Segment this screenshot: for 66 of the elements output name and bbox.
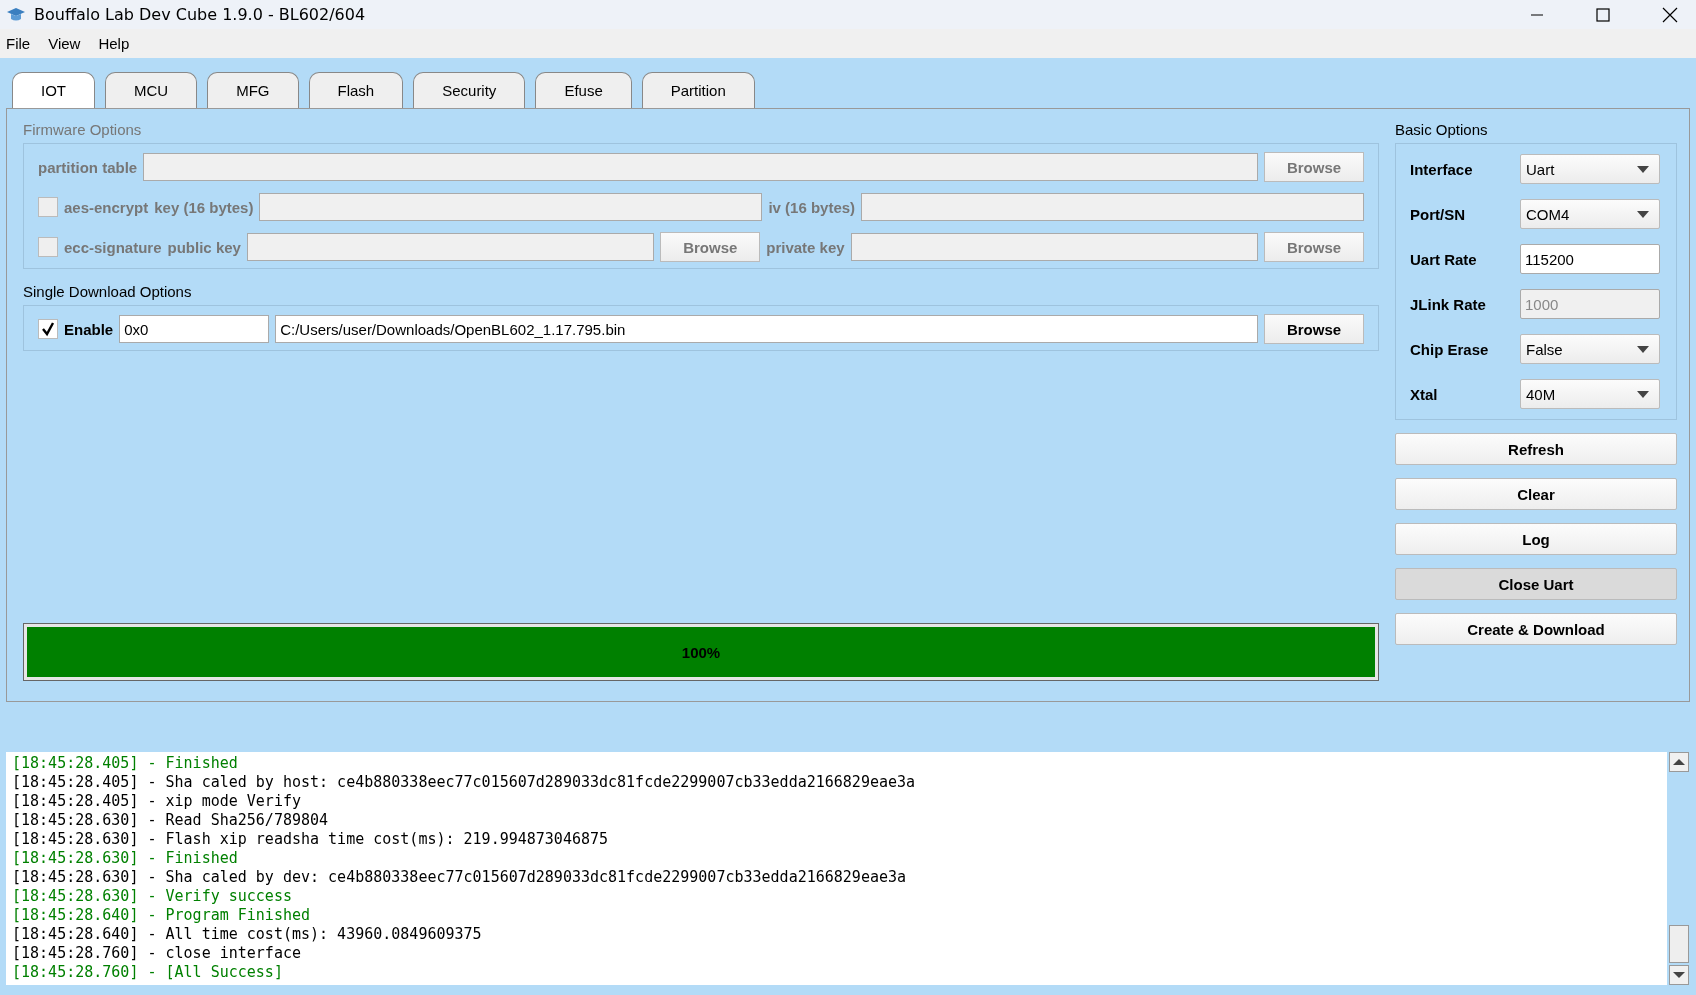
scrollbar[interactable] — [1667, 752, 1690, 985]
menu-item[interactable]: File — [6, 35, 31, 52]
caret-icon — [1637, 165, 1649, 173]
field-label: Xtal — [1410, 385, 1439, 403]
progress-text: 100% — [681, 643, 721, 661]
log-line: [18:45:28.405] - Sha caled by host: ce4b880338eec77c015607d289033dc81fcde2299007cb33edda2166829eae3a — [12, 773, 917, 792]
group-title: Single Download Options — [23, 283, 193, 300]
maximize-icon[interactable] — [1596, 7, 1610, 22]
dropdown[interactable]: COM4 — [1520, 199, 1660, 229]
log-line: [18:45:28.760] - close interface — [12, 944, 302, 963]
log-line: [18:45:28.405] - xip mode Verify — [12, 792, 302, 811]
tab[interactable]: MCU — [105, 72, 198, 108]
log-line: [18:45:28.640] - Program Finished — [12, 906, 311, 925]
file-path-field[interactable]: C:/Users/user/Downloads/OpenBL602_1.17.795.bin — [275, 315, 1258, 343]
scroll-up-icon[interactable] — [1669, 752, 1689, 772]
field-label: key (16 bytes) — [154, 198, 254, 216]
menu-item[interactable]: View — [48, 35, 81, 52]
close-icon[interactable] — [1662, 6, 1678, 23]
tab[interactable]: Security — [413, 72, 526, 108]
checkbox-label: aes-encrypt — [64, 198, 149, 216]
dropdown[interactable]: Uart — [1520, 154, 1660, 184]
caret-icon — [1637, 210, 1649, 218]
field-label: Interface — [1410, 160, 1474, 178]
checkbox-label: ecc-signature — [64, 238, 162, 256]
action-button[interactable]: Create & Download — [1395, 613, 1677, 645]
tab[interactable]: IOT — [12, 72, 95, 108]
input-field[interactable]: 115200 — [1520, 244, 1660, 274]
action-button[interactable]: Close Uart — [1395, 568, 1677, 600]
field-label: Chip Erase — [1410, 340, 1490, 358]
action-button[interactable]: Clear — [1395, 478, 1677, 510]
log-line: [18:45:28.630] - Finished — [12, 849, 239, 868]
log-line: [18:45:28.630] - Read Sha256/789804 — [12, 811, 330, 830]
field-label: Port/SN — [1410, 205, 1466, 223]
graduation-cap-icon — [6, 6, 26, 23]
dropdown[interactable]: False — [1520, 334, 1660, 364]
checkbox[interactable] — [38, 319, 58, 339]
menu-item[interactable]: Help — [98, 35, 130, 52]
field-label: Uart Rate — [1410, 250, 1478, 268]
group-title: Firmware Options — [23, 121, 143, 138]
log-line: [18:45:28.630] - Verify success — [12, 887, 293, 906]
action-button[interactable]: Refresh — [1395, 433, 1677, 465]
caret-icon — [1637, 390, 1649, 398]
address-field[interactable]: 0x0 — [119, 315, 270, 343]
field-label: public key — [167, 238, 241, 256]
log-line: [18:45:28.405] - Finished — [12, 754, 239, 773]
tab[interactable]: Partition — [641, 72, 755, 108]
window-title: Bouffalo Lab Dev Cube 1.9.0 - BL602/604 — [34, 5, 366, 24]
tab[interactable]: Efuse — [535, 72, 632, 108]
scroll-thumb[interactable] — [1669, 925, 1689, 963]
log-line: [18:45:28.760] - [All Success] — [12, 963, 284, 982]
dropdown[interactable]: 40M — [1520, 379, 1660, 409]
field-label: JLink Rate — [1410, 295, 1487, 313]
tab[interactable]: MFG — [207, 72, 299, 108]
browse-button[interactable]: Browse — [1264, 314, 1364, 344]
field-label: partition table — [38, 158, 138, 176]
checkbox-label: Enable — [64, 320, 114, 338]
caret-icon — [1637, 345, 1649, 353]
log-line: [18:45:28.630] - Sha caled by dev: ce4b880338eec77c015607d289033dc81fcde2299007cb33edda2166829eae3a — [12, 868, 908, 887]
field-label: private key — [766, 238, 845, 256]
action-button[interactable]: Log — [1395, 523, 1677, 555]
tab[interactable]: Flash — [308, 72, 404, 108]
group-title: Basic Options — [1395, 121, 1489, 138]
field-label: iv (16 bytes) — [768, 198, 856, 216]
log-line: [18:45:28.630] - Flash xip readsha time cost(ms): 219.994873046875 — [12, 830, 610, 849]
scroll-down-icon[interactable] — [1669, 965, 1689, 985]
log-line: [18:45:28.640] - All time cost(ms): 43960.0849609375 — [12, 925, 483, 944]
